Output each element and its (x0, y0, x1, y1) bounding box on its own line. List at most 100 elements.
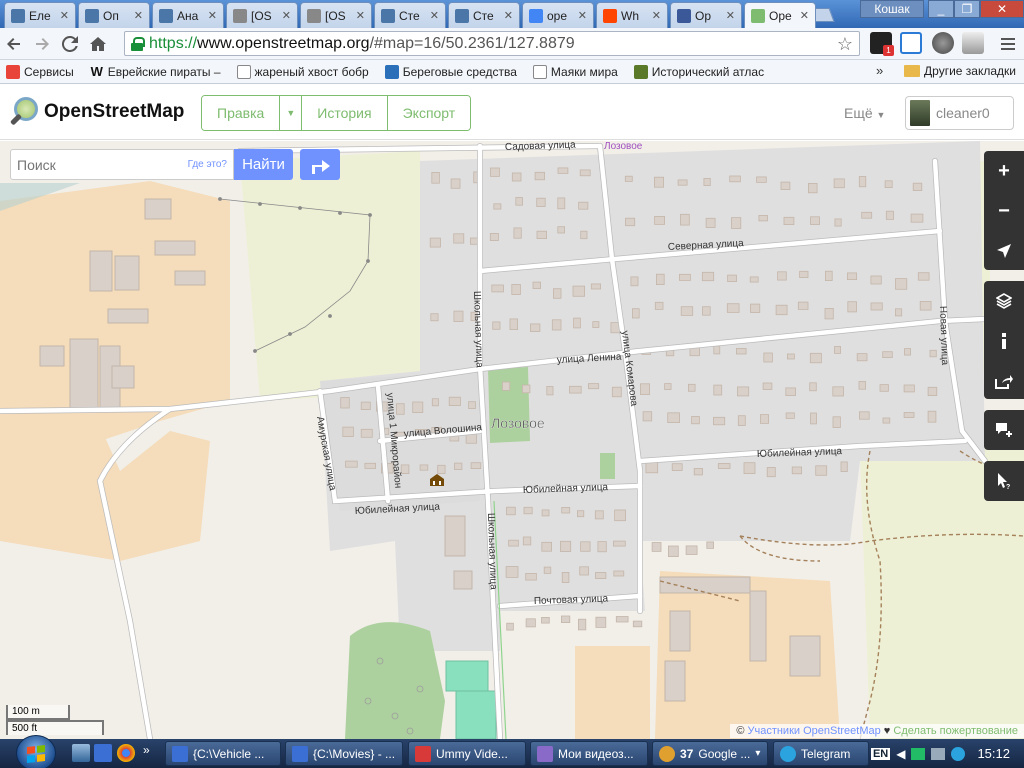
taskbar-item[interactable]: {C:\Vehicle ... (165, 741, 281, 766)
export-button[interactable]: Экспорт (387, 96, 471, 130)
close-tab-icon[interactable]: ✕ (430, 9, 439, 22)
browser-tab[interactable]: Ана ✕ (152, 2, 224, 28)
browser-tab[interactable]: Оp ✕ (670, 2, 742, 28)
zoom-out-button[interactable]: − (984, 191, 1024, 231)
add-note-button[interactable] (984, 410, 1024, 450)
taskbar-item[interactable]: {C:\Movies} - ... (285, 741, 403, 766)
taskbar-item[interactable]: Telegram (773, 741, 869, 766)
bookmark-item[interactable]: W Еврейские пираты – (90, 64, 221, 79)
locate-button[interactable] (984, 231, 1024, 271)
close-window-button[interactable]: ✕ (980, 0, 1024, 18)
edit-dropdown-caret-icon[interactable]: ▼ (280, 96, 303, 130)
extension-window-icon[interactable] (900, 32, 922, 54)
address-bar[interactable]: https://www.openstreetmap.org/#map=16/50… (124, 31, 860, 56)
other-bookmarks[interactable]: Другие закладки (904, 64, 1016, 78)
layers-button[interactable] (984, 281, 1024, 321)
contributors-link[interactable]: Участники OpenStreetMap (747, 725, 880, 737)
close-tab-icon[interactable]: ✕ (356, 9, 365, 22)
osm-icon (751, 8, 765, 23)
profile-name[interactable]: Кошак (860, 0, 924, 18)
close-tab-icon[interactable]: ✕ (800, 9, 809, 22)
browser-tab[interactable]: ope ✕ (522, 2, 594, 28)
park-area (488, 367, 530, 443)
network-icon[interactable] (911, 747, 926, 760)
browser-tab[interactable]: Оп ✕ (78, 2, 150, 28)
lock-icon[interactable] (131, 36, 145, 51)
user-menu[interactable]: cleaner0 (905, 96, 1014, 130)
close-tab-icon[interactable]: ✕ (208, 9, 217, 22)
close-tab-icon[interactable]: ✕ (60, 9, 69, 22)
clock[interactable]: 15:12 (977, 746, 1010, 761)
bookmark-star-icon[interactable]: ☆ (837, 34, 853, 55)
browser-tab[interactable]: Сте ✕ (374, 2, 446, 28)
map-key-button[interactable] (984, 321, 1024, 361)
close-tab-icon[interactable]: ✕ (134, 9, 143, 22)
restore-button[interactable]: ❐ (954, 0, 980, 18)
forward-button[interactable] (28, 30, 56, 58)
house (630, 276, 639, 287)
where-is-this-link[interactable]: Где это? (188, 159, 227, 170)
language-indicator[interactable]: EN (870, 747, 891, 760)
tab-title: Сте (399, 8, 420, 23)
home-button[interactable] (84, 30, 112, 58)
house (511, 172, 522, 182)
bookmark-item[interactable]: Сервисы (6, 64, 74, 79)
street-label-sadovaya: Садовая улица (505, 141, 577, 153)
browser-tab[interactable]: Еле ✕ (4, 2, 76, 28)
browser-tab[interactable]: [OS ✕ (300, 2, 372, 28)
house (910, 213, 924, 223)
browser-tab[interactable]: [OS ✕ (226, 2, 298, 28)
bookmark-item[interactable]: Маяки мира (532, 64, 618, 79)
quicklaunch-chrome-icon[interactable] (117, 744, 135, 762)
chrome-menu-icon[interactable] (994, 30, 1022, 58)
house (858, 176, 867, 188)
close-tab-icon[interactable]: ✕ (504, 9, 513, 22)
google-icon (529, 8, 543, 23)
quicklaunch-overflow-icon[interactable]: » (143, 743, 150, 757)
house (364, 462, 376, 469)
village-label[interactable]: Лозовое (491, 415, 545, 431)
back-button[interactable] (0, 30, 28, 58)
start-button[interactable] (16, 735, 56, 768)
more-menu[interactable]: Ещё ▼ (844, 105, 885, 121)
taskbar-item[interactable]: Ummy Vide... (408, 741, 526, 766)
share-button[interactable] (984, 361, 1024, 401)
quicklaunch-doc-icon[interactable] (94, 744, 112, 762)
search-input[interactable] (17, 156, 177, 173)
close-tab-icon[interactable]: ✕ (726, 9, 735, 22)
house (680, 306, 694, 316)
taskbar-item[interactable]: Мои видеоз... (530, 741, 648, 766)
query-features-button[interactable]: ? (984, 461, 1024, 501)
map-view[interactable]: Садовая улица Северная улица улица Ленин… (0, 141, 1024, 739)
telegram-tray-icon[interactable] (951, 746, 966, 761)
minimize-button[interactable]: _ (928, 0, 954, 18)
history-button[interactable]: История (302, 96, 388, 130)
find-button[interactable]: Найти (234, 149, 293, 180)
osm-logo[interactable]: OpenStreetMap (9, 97, 184, 127)
extension-glasses-icon[interactable]: 1 (870, 32, 894, 56)
browser-tab[interactable]: Ope ✕ (744, 2, 816, 28)
bookmark-item[interactable]: жареный хвост бобр (236, 64, 369, 79)
bookmark-item[interactable]: Береговые средства (384, 64, 517, 79)
directions-button[interactable] (300, 149, 340, 180)
close-tab-icon[interactable]: ✕ (282, 9, 291, 22)
extension-globe-icon[interactable] (932, 32, 954, 54)
donate-link[interactable]: Сделать пожертвование (893, 725, 1018, 737)
speaker-icon[interactable] (931, 747, 946, 760)
edit-button[interactable]: Правка (202, 96, 281, 130)
zoom-in-button[interactable]: + (984, 151, 1024, 191)
extension-museum-icon[interactable] (962, 32, 984, 54)
reload-button[interactable] (56, 30, 84, 58)
show-desktop-icon[interactable] (72, 744, 90, 762)
chevron-down-icon[interactable]: ▾ (755, 748, 760, 759)
bookmark-item[interactable]: Исторический атлас (633, 64, 764, 79)
taskbar-item[interactable]: 37 Google ... ▾ (652, 741, 768, 766)
browser-tab[interactable]: Wh ✕ (596, 2, 668, 28)
bookmarks-overflow-button[interactable]: » (876, 63, 883, 78)
close-tab-icon[interactable]: ✕ (652, 9, 661, 22)
close-tab-icon[interactable]: ✕ (578, 9, 587, 22)
tray-expand-icon[interactable]: ◀ (896, 747, 905, 761)
browser-tab[interactable]: Сте ✕ (448, 2, 520, 28)
map-canvas[interactable]: Садовая улица Северная улица улица Ленин… (0, 141, 1024, 739)
village-label-small[interactable]: Лозовое (604, 141, 643, 152)
